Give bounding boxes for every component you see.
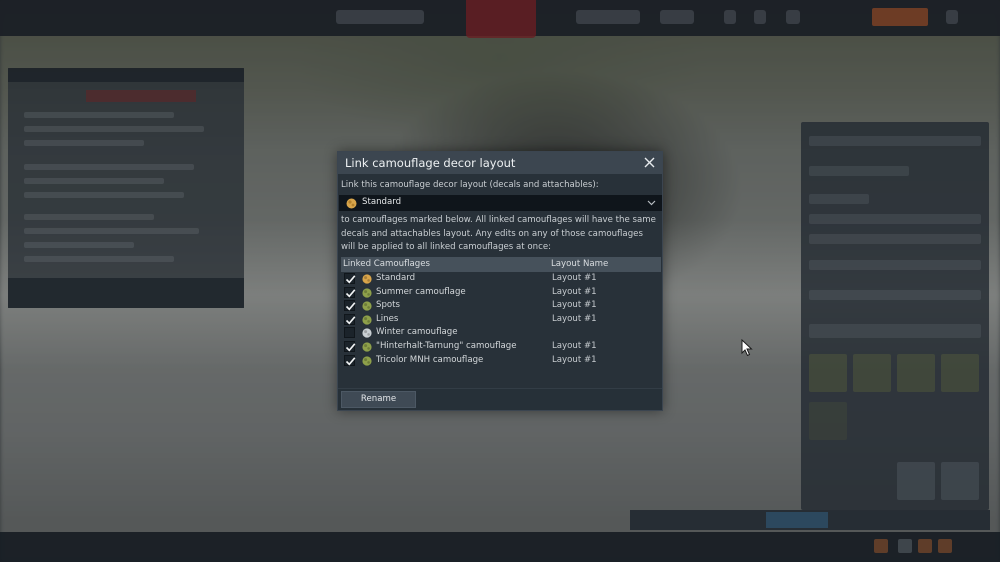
table-row[interactable]: "Hinterhalt-Tarnung" camouflage Layout #… — [341, 340, 661, 354]
column-header-linked: Linked Camouflages — [343, 259, 431, 269]
table-row[interactable]: Summer camouflage Layout #1 — [341, 286, 661, 300]
camouflage-name: Spots — [376, 300, 401, 311]
checkmark-icon — [345, 343, 356, 352]
rename-button[interactable]: Rename — [341, 391, 416, 408]
link-checkbox[interactable] — [344, 313, 356, 325]
table-row[interactable]: Spots Layout #1 — [341, 299, 661, 313]
dialog-title: Link camouflage decor layout — [345, 156, 516, 170]
camouflage-dropdown[interactable]: Standard — [339, 195, 662, 211]
link-camouflage-dialog: Link camouflage decor layout Link this c… — [337, 151, 663, 411]
checkmark-icon — [345, 316, 356, 325]
layout-name: Layout #1 — [552, 286, 597, 297]
camouflage-icon — [362, 328, 372, 338]
camouflage-icon — [346, 198, 357, 209]
camouflage-name: Standard — [376, 273, 416, 283]
camouflage-name: Tricolor MNH camouflage — [376, 354, 484, 365]
layout-name: Layout #1 — [552, 273, 597, 283]
chevron-down-icon — [647, 200, 656, 206]
camouflage-name: "Hinterhalt-Tarnung" camouflage — [376, 340, 517, 351]
mouse-cursor-icon — [741, 338, 753, 357]
camouflage-icon — [362, 342, 372, 352]
dialog-header: Link camouflage decor layout — [338, 152, 662, 174]
table-row[interactable]: Standard Layout #1 — [341, 272, 661, 286]
intro-text: Link this camouflage decor layout (decal… — [341, 180, 599, 190]
link-checkbox[interactable] — [344, 354, 356, 366]
description-text: to camouflages marked below. All linked … — [341, 215, 656, 252]
camouflage-icon — [362, 301, 372, 311]
table-header: Linked Camouflages Layout Name — [341, 257, 661, 272]
link-checkbox[interactable] — [344, 340, 356, 352]
camouflage-icon — [362, 287, 372, 298]
dialog-footer: Rename — [338, 388, 662, 410]
close-icon — [644, 157, 655, 168]
camouflage-name: Lines — [376, 313, 399, 324]
close-button[interactable] — [642, 155, 657, 170]
layout-name: Layout #1 — [552, 340, 597, 351]
camouflage-icon — [362, 315, 372, 325]
checkmark-icon — [345, 302, 356, 311]
layout-name: Layout #1 — [552, 354, 597, 365]
layout-name: Layout #1 — [552, 300, 597, 311]
checkmark-icon — [345, 275, 356, 284]
link-checkbox[interactable] — [344, 300, 356, 312]
checkmark-icon — [345, 288, 356, 298]
linked-camouflages-table: Linked Camouflages Layout Name Standard … — [341, 257, 661, 367]
link-checkbox[interactable] — [344, 327, 355, 339]
camouflage-name: Winter camouflage — [376, 327, 458, 338]
checkmark-icon — [345, 356, 356, 366]
camouflage-icon — [362, 274, 372, 284]
camouflage-name: Summer camouflage — [376, 286, 466, 297]
camouflage-icon — [362, 355, 372, 366]
table-row[interactable]: Lines Layout #1 — [341, 313, 661, 327]
link-checkbox[interactable] — [344, 286, 356, 298]
link-checkbox[interactable] — [344, 273, 356, 284]
column-header-layout: Layout Name — [551, 259, 609, 269]
table-row[interactable]: Winter camouflage — [341, 326, 661, 340]
table-row[interactable]: Tricolor MNH camouflage Layout #1 — [341, 354, 661, 368]
dropdown-selected-value: Standard — [362, 197, 402, 207]
layout-name: Layout #1 — [552, 313, 597, 324]
